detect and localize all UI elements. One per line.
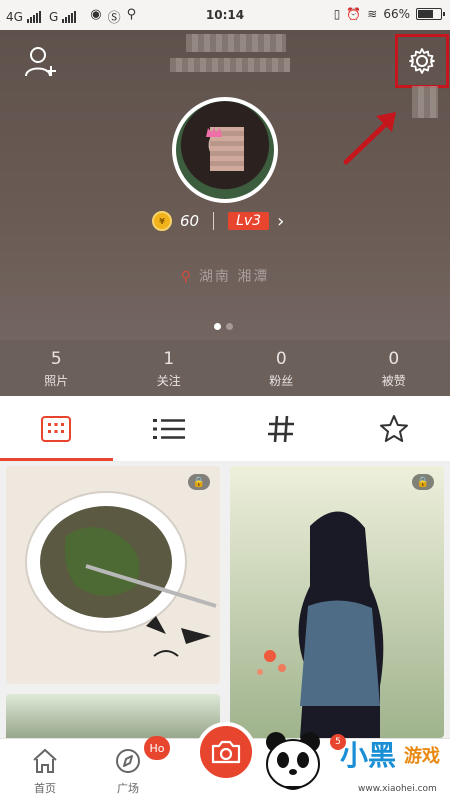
- watermark-url: www.xiaohei.com: [358, 784, 437, 794]
- user-id-redacted: [170, 58, 290, 72]
- stat-value: 0: [388, 349, 400, 369]
- crown-icon: [206, 127, 222, 137]
- hashtag-icon: [268, 415, 295, 442]
- stat-value: 5: [50, 349, 62, 369]
- battery-percent: 66%: [383, 7, 410, 21]
- grid-icon: [41, 415, 72, 442]
- camera-icon: [211, 740, 241, 764]
- stat-following[interactable]: 1 关注: [113, 340, 226, 396]
- username-redacted: [186, 34, 286, 52]
- view-tabs: [0, 396, 450, 462]
- watermark: 5 小黑 游戏 www.xiaohei.com: [262, 728, 450, 800]
- level-badge: Lv3: [228, 212, 270, 230]
- tab-grid[interactable]: [0, 396, 113, 461]
- page-indicator[interactable]: [214, 323, 233, 330]
- photo-card[interactable]: 🔒: [230, 466, 444, 738]
- gear-icon[interactable]: [407, 46, 437, 76]
- tab-list[interactable]: [113, 396, 226, 461]
- stat-label: 关注: [156, 374, 181, 388]
- status-bar: 4G G ◉ Ⓢ ⚲ 10:14 ▯ ⏰ ≋ 66%: [0, 0, 450, 30]
- page-dot: [226, 323, 233, 330]
- camera-button[interactable]: [196, 722, 256, 782]
- stat-label: 被赞: [381, 374, 406, 388]
- watermark-logo-orange: 游戏: [404, 746, 440, 767]
- location: ⚲ 湖南 湘潭: [0, 266, 450, 286]
- watermark-logo-blue: 小黑: [340, 739, 397, 772]
- divider: [213, 212, 215, 230]
- stat-label: 粉丝: [269, 374, 294, 388]
- stats-bar: 5 照片 1 关注 0 粉丝 0 被赞: [0, 340, 450, 396]
- nav-home-label: 首页: [34, 782, 56, 795]
- battery-icon: [416, 8, 445, 20]
- lock-icon: 🔒: [412, 474, 434, 490]
- settings-highlight-box[interactable]: [395, 34, 449, 88]
- profile-header: ¥ 60 Lv3 › ⚲ 湖南 湘潭: [0, 30, 450, 340]
- lock-icon: 🔒: [188, 474, 210, 490]
- star-icon: [379, 414, 408, 442]
- wifi-icon: ≋: [367, 7, 378, 21]
- photo-grid: 🔒 🔒: [0, 462, 450, 738]
- coin-count: 60: [180, 212, 200, 230]
- list-icon: [152, 418, 185, 439]
- hot-badge: Ho: [144, 736, 170, 760]
- photo-card[interactable]: 🔒: [6, 466, 220, 684]
- stat-likes[interactable]: 0 被赞: [338, 340, 450, 396]
- vibrate-icon: ▯: [333, 7, 341, 21]
- photo-soup-bowl: [6, 466, 220, 684]
- profile-page: 4G G ◉ Ⓢ ⚲ 10:14 ▯ ⏰ ≋ 66% ¥ 60 Lv3 › ⚲ …: [0, 0, 450, 800]
- stat-fans[interactable]: 0 粉丝: [225, 340, 338, 396]
- tab-tags[interactable]: [225, 396, 338, 461]
- home-icon: [33, 748, 57, 773]
- alarm-icon: ⏰: [346, 7, 362, 21]
- stat-value: 1: [163, 349, 175, 369]
- level-row[interactable]: ¥ 60 Lv3 ›: [152, 210, 284, 232]
- location-text: 湖南 湘潭: [198, 269, 270, 285]
- compass-icon: [116, 749, 140, 773]
- tab-favorites[interactable]: [338, 396, 450, 461]
- side-redacted: [412, 86, 438, 118]
- nav-home[interactable]: 首页: [15, 747, 75, 796]
- page-dot-active: [214, 323, 221, 330]
- photo-girl-back: [230, 466, 444, 738]
- chevron-right-icon[interactable]: ›: [277, 211, 284, 232]
- panda-logo: [266, 732, 320, 790]
- stat-label: 照片: [44, 374, 69, 388]
- stat-photos[interactable]: 5 照片: [0, 340, 113, 396]
- coin-icon: ¥: [152, 211, 172, 231]
- stat-value: 0: [275, 349, 287, 369]
- photo-card[interactable]: [6, 694, 220, 738]
- avatar[interactable]: [172, 97, 278, 203]
- red-arrow-annotation: [343, 112, 396, 165]
- location-pin-icon: ⚲: [180, 269, 193, 285]
- add-user-icon[interactable]: [24, 44, 58, 78]
- nav-plaza-label: 广场: [117, 782, 139, 795]
